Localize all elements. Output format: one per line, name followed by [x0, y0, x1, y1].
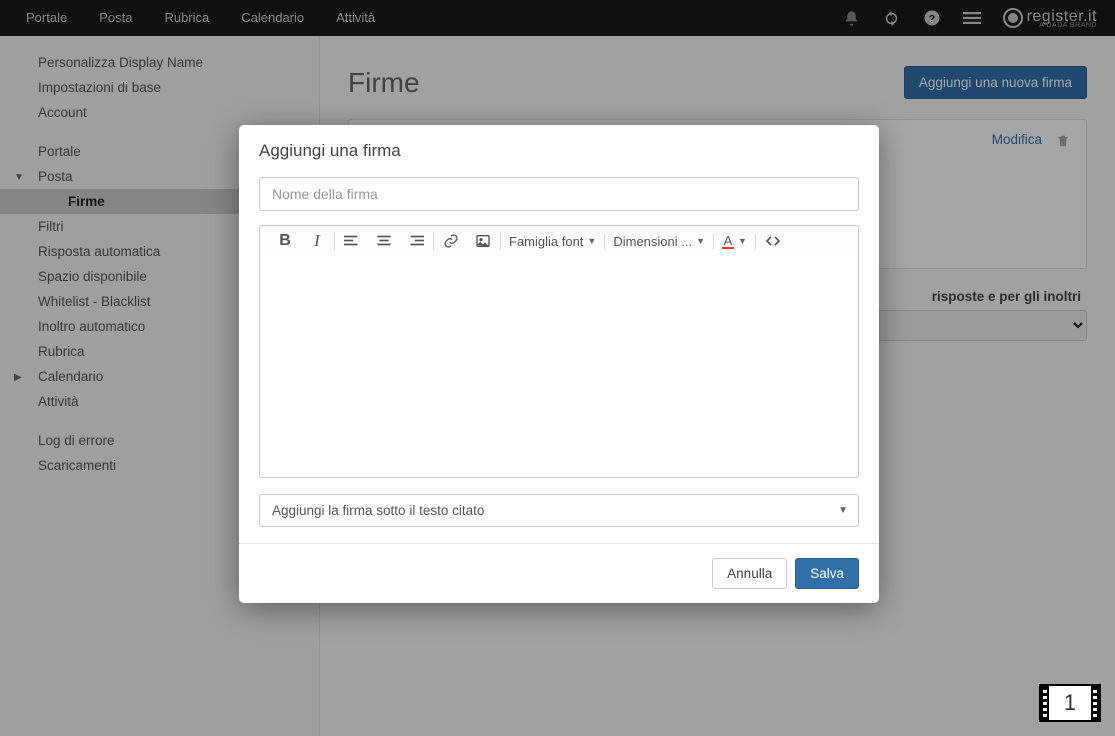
signature-position-select[interactable]: Aggiungi la firma sotto il testo citato … [259, 494, 859, 527]
page-indicator: 1 [1039, 684, 1101, 722]
font-size-select[interactable]: Dimensioni ... ▼ [613, 234, 705, 249]
align-center-button[interactable] [375, 232, 393, 250]
text-color-button[interactable]: A ▼ [722, 234, 747, 249]
align-right-button[interactable] [407, 232, 425, 250]
signature-name-input[interactable] [259, 177, 859, 211]
code-view-button[interactable] [764, 232, 782, 250]
caret-down-icon: ▼ [838, 505, 848, 516]
caret-down-icon: ▼ [696, 236, 705, 246]
modal-title: Aggiungi una firma [239, 125, 879, 177]
italic-button[interactable]: I [308, 232, 326, 250]
editor-toolbar: B I [259, 225, 859, 256]
align-left-button[interactable] [343, 232, 361, 250]
font-family-select[interactable]: Famiglia font ▼ [509, 234, 596, 249]
caret-down-icon: ▼ [738, 236, 747, 246]
image-button[interactable] [474, 232, 492, 250]
signature-editor[interactable] [259, 256, 859, 478]
caret-down-icon: ▼ [587, 236, 596, 246]
page-number: 1 [1049, 686, 1091, 720]
save-button[interactable]: Salva [795, 558, 859, 589]
bold-button[interactable]: B [276, 232, 294, 250]
modal-footer: Annulla Salva [239, 543, 879, 603]
cancel-button[interactable]: Annulla [712, 558, 787, 589]
link-button[interactable] [442, 232, 460, 250]
font-size-label: Dimensioni ... [613, 234, 692, 249]
font-family-label: Famiglia font [509, 234, 583, 249]
position-select-value: Aggiungi la firma sotto il testo citato [272, 503, 484, 518]
add-signature-modal: Aggiungi una firma B I [239, 125, 879, 603]
